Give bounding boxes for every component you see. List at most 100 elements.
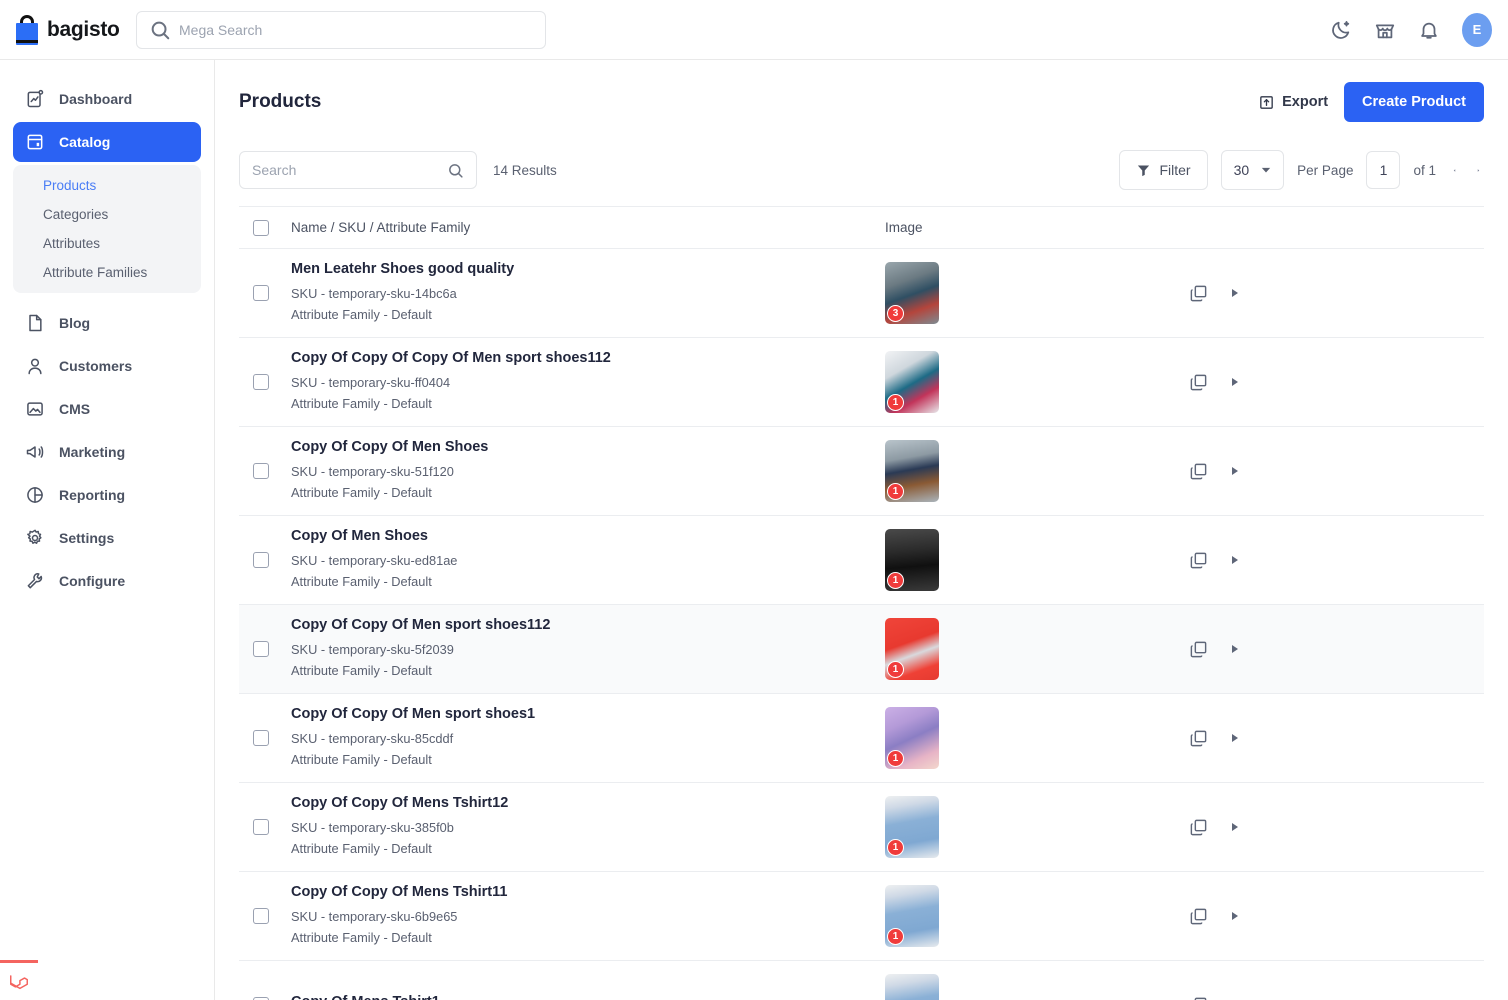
image-count-badge: 1 bbox=[887, 928, 904, 945]
avatar[interactable]: E bbox=[1462, 13, 1492, 47]
sidebar-item-marketing[interactable]: Marketing bbox=[13, 432, 201, 472]
product-thumbnail[interactable]: 1 bbox=[885, 440, 939, 502]
image-count-badge: 1 bbox=[887, 394, 904, 411]
export-button[interactable]: Export bbox=[1258, 94, 1328, 111]
sidebar-item-configure[interactable]: Configure bbox=[13, 561, 201, 601]
sidebar-item-label: Dashboard bbox=[59, 91, 132, 107]
table-row[interactable]: Copy Of Copy Of Copy Of Men sport shoes1… bbox=[239, 338, 1484, 427]
select-all-checkbox[interactable] bbox=[253, 220, 269, 236]
page-number-input[interactable] bbox=[1366, 151, 1400, 189]
product-name[interactable]: Copy Of Copy Of Men sport shoes1 bbox=[291, 706, 885, 722]
per-page-label: Per Page bbox=[1297, 163, 1353, 178]
row-checkbox[interactable] bbox=[253, 552, 269, 568]
copy-icon[interactable] bbox=[1189, 729, 1208, 748]
search-input[interactable] bbox=[252, 162, 441, 178]
prev-page-button[interactable] bbox=[1449, 165, 1460, 176]
copy-icon[interactable] bbox=[1189, 996, 1208, 1000]
row-checkbox[interactable] bbox=[253, 819, 269, 835]
mega-search-input[interactable] bbox=[179, 22, 519, 38]
filter-button[interactable]: Filter bbox=[1119, 150, 1207, 190]
row-checkbox[interactable] bbox=[253, 463, 269, 479]
copy-icon[interactable] bbox=[1189, 373, 1208, 392]
table-row[interactable]: Copy Of Copy Of Mens Tshirt12SKU - tempo… bbox=[239, 783, 1484, 872]
sidebar-item-dashboard[interactable]: Dashboard bbox=[13, 79, 201, 119]
sidebar-item-attributes[interactable]: Attributes bbox=[13, 229, 201, 258]
sidebar-item-cms[interactable]: CMS bbox=[13, 389, 201, 429]
sidebar-item-catalog[interactable]: Catalog bbox=[13, 122, 201, 162]
copy-icon[interactable] bbox=[1189, 818, 1208, 837]
expand-row-caret[interactable] bbox=[1232, 289, 1238, 297]
moon-icon[interactable] bbox=[1330, 19, 1352, 41]
sidebar-item-categories[interactable]: Categories bbox=[13, 200, 201, 229]
product-name[interactable]: Copy Of Copy Of Copy Of Men sport shoes1… bbox=[291, 350, 885, 366]
sidebar: Dashboard Catalog Products Categories At… bbox=[0, 60, 215, 1000]
sidebar-item-settings[interactable]: Settings bbox=[13, 518, 201, 558]
copy-icon[interactable] bbox=[1189, 551, 1208, 570]
laravel-debugbar-toggle[interactable] bbox=[0, 960, 38, 1000]
product-name[interactable]: Copy Of Copy Of Men Shoes bbox=[291, 439, 885, 455]
product-name[interactable]: Copy Of Mens Tshirt1 bbox=[291, 994, 885, 1000]
product-name[interactable]: Men Leatehr Shoes good quality bbox=[291, 261, 885, 277]
product-name[interactable]: Copy Of Copy Of Mens Tshirt12 bbox=[291, 795, 885, 811]
copy-icon[interactable] bbox=[1189, 640, 1208, 659]
next-page-button[interactable] bbox=[1473, 165, 1484, 176]
expand-row-caret[interactable] bbox=[1232, 823, 1238, 831]
product-thumbnail[interactable]: 1 bbox=[885, 351, 939, 413]
search-icon bbox=[149, 19, 171, 41]
column-header-name[interactable]: Name / SKU / Attribute Family bbox=[291, 220, 885, 235]
product-thumbnail[interactable]: 3 bbox=[885, 262, 939, 324]
list-toolbar: 14 Results Filter 30 Per Page of 1 bbox=[215, 150, 1508, 190]
table-row[interactable]: Copy Of Copy Of Mens Tshirt11SKU - tempo… bbox=[239, 872, 1484, 961]
expand-row-caret[interactable] bbox=[1232, 467, 1238, 475]
create-product-button[interactable]: Create Product bbox=[1344, 82, 1484, 122]
product-thumbnail[interactable]: 1 bbox=[885, 796, 939, 858]
row-checkbox[interactable] bbox=[253, 730, 269, 746]
row-checkbox[interactable] bbox=[253, 374, 269, 390]
table-row[interactable]: Copy Of Copy Of Men ShoesSKU - temporary… bbox=[239, 427, 1484, 516]
expand-row-caret[interactable] bbox=[1232, 645, 1238, 653]
copy-icon[interactable] bbox=[1189, 284, 1208, 303]
table-body: Men Leatehr Shoes good qualitySKU - temp… bbox=[239, 249, 1484, 1000]
table-row[interactable]: Copy Of Copy Of Men sport shoes1SKU - te… bbox=[239, 694, 1484, 783]
copy-icon[interactable] bbox=[1189, 462, 1208, 481]
sidebar-item-blog[interactable]: Blog bbox=[13, 303, 201, 343]
sidebar-item-label: Settings bbox=[59, 530, 114, 546]
product-name[interactable]: Copy Of Copy Of Mens Tshirt11 bbox=[291, 884, 885, 900]
product-thumbnail[interactable]: 1 bbox=[885, 618, 939, 680]
sidebar-item-customers[interactable]: Customers bbox=[13, 346, 201, 386]
sidebar-item-label: Catalog bbox=[59, 134, 110, 150]
column-header-image[interactable]: Image bbox=[885, 220, 1185, 235]
brand-name: bagisto bbox=[47, 18, 120, 42]
expand-row-caret[interactable] bbox=[1232, 734, 1238, 742]
product-thumbnail[interactable]: 1 bbox=[885, 529, 939, 591]
product-name[interactable]: Copy Of Men Shoes bbox=[291, 528, 885, 544]
table-row[interactable]: Copy Of Men ShoesSKU - temporary-sku-ed8… bbox=[239, 516, 1484, 605]
search-box[interactable] bbox=[239, 151, 477, 189]
row-checkbox[interactable] bbox=[253, 641, 269, 657]
expand-row-caret[interactable] bbox=[1232, 378, 1238, 386]
store-icon[interactable] bbox=[1374, 19, 1396, 41]
sidebar-item-attribute-families[interactable]: Attribute Families bbox=[13, 258, 201, 287]
row-checkbox[interactable] bbox=[253, 908, 269, 924]
table-row[interactable]: Men Leatehr Shoes good qualitySKU - temp… bbox=[239, 249, 1484, 338]
sidebar-item-reporting[interactable]: Reporting bbox=[13, 475, 201, 515]
copy-icon[interactable] bbox=[1189, 907, 1208, 926]
product-thumbnail[interactable]: 1 bbox=[885, 707, 939, 769]
brand-logo[interactable]: bagisto bbox=[0, 15, 130, 45]
mega-search-box[interactable] bbox=[136, 11, 546, 49]
sidebar-item-products[interactable]: Products bbox=[13, 171, 201, 200]
bell-icon[interactable] bbox=[1418, 19, 1440, 41]
search-icon[interactable] bbox=[447, 162, 464, 179]
product-name[interactable]: Copy Of Copy Of Men sport shoes112 bbox=[291, 617, 885, 633]
bag-icon bbox=[14, 15, 40, 45]
expand-row-caret[interactable] bbox=[1232, 912, 1238, 920]
row-checkbox[interactable] bbox=[253, 285, 269, 301]
row-actions bbox=[1189, 284, 1238, 303]
product-thumbnail[interactable]: 1 bbox=[885, 974, 939, 1000]
expand-row-caret[interactable] bbox=[1232, 556, 1238, 564]
table-row[interactable]: Copy Of Copy Of Men sport shoes112SKU - … bbox=[239, 605, 1484, 694]
per-page-select[interactable]: 30 bbox=[1221, 150, 1285, 190]
product-thumbnail[interactable]: 1 bbox=[885, 885, 939, 947]
product-attribute-family: Attribute Family - Default bbox=[291, 305, 885, 326]
table-row[interactable]: Copy Of Mens Tshirt11 bbox=[239, 961, 1484, 1000]
